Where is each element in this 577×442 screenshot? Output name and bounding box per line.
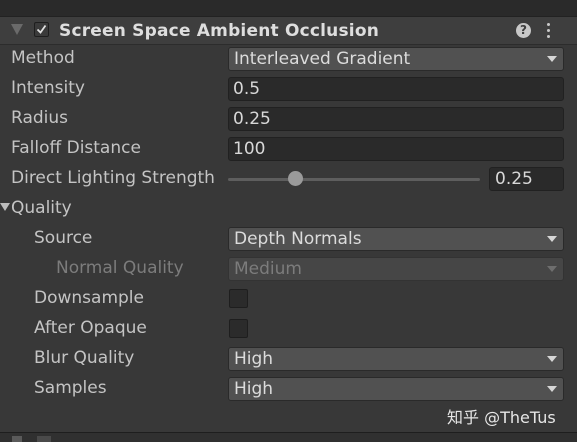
- foldout-triangle-icon[interactable]: [0, 203, 10, 211]
- help-icon[interactable]: ?: [516, 23, 531, 38]
- direct-lighting-value: 0.25: [495, 169, 533, 189]
- method-value: Interleaved Gradient: [234, 49, 411, 69]
- samples-label: Samples: [34, 378, 107, 398]
- radius-row: Radius 0.25: [0, 104, 577, 134]
- source-value: Depth Normals: [234, 229, 362, 249]
- falloff-value: 100: [233, 139, 266, 159]
- downsample-label: Downsample: [34, 288, 144, 308]
- quality-label: Quality: [11, 198, 72, 218]
- watermark-text: 知乎 @TheTus: [447, 408, 556, 427]
- blur-quality-label: Blur Quality: [34, 348, 135, 368]
- checkmark-icon: [36, 24, 47, 34]
- direct-lighting-slider-thumb[interactable]: [288, 171, 303, 186]
- falloff-label: Falloff Distance: [11, 138, 141, 158]
- samples-row: Samples High: [0, 374, 577, 404]
- falloff-field[interactable]: 100: [228, 137, 564, 161]
- intensity-row: Intensity 0.5: [0, 74, 577, 104]
- direct-lighting-row: Direct Lighting Strength 0.25: [0, 164, 577, 194]
- normal-quality-value: Medium: [234, 259, 302, 279]
- method-row: Method Interleaved Gradient: [0, 44, 577, 74]
- radius-value: 0.25: [233, 109, 271, 129]
- samples-dropdown[interactable]: High: [228, 377, 564, 401]
- falloff-row: Falloff Distance 100: [0, 134, 577, 164]
- enable-checkbox[interactable]: [37, 436, 51, 442]
- component-header[interactable]: Screen Space Ambient Occlusion ?: [0, 16, 577, 45]
- direct-lighting-slider-track[interactable]: [228, 178, 480, 181]
- after-opaque-row: After Opaque: [0, 314, 577, 344]
- source-row: Source Depth Normals: [0, 224, 577, 254]
- foldout-triangle-icon[interactable]: [12, 436, 22, 442]
- after-opaque-label: After Opaque: [34, 318, 147, 338]
- radius-field[interactable]: 0.25: [228, 107, 564, 131]
- intensity-value: 0.5: [233, 79, 261, 99]
- foldout-triangle-icon[interactable]: [11, 24, 23, 35]
- dropdown-arrow-icon: [547, 56, 557, 62]
- blur-quality-row: Blur Quality High: [0, 344, 577, 374]
- component-title: Screen Space Ambient Occlusion: [59, 21, 380, 41]
- normal-quality-row: Normal Quality Medium: [0, 254, 577, 284]
- method-label: Method: [11, 48, 75, 68]
- source-dropdown[interactable]: Depth Normals: [228, 227, 564, 251]
- kebab-menu-icon[interactable]: [546, 23, 552, 39]
- source-label: Source: [34, 228, 93, 248]
- intensity-label: Intensity: [11, 78, 85, 98]
- intensity-field[interactable]: 0.5: [228, 77, 564, 101]
- direct-lighting-field[interactable]: 0.25: [489, 167, 564, 191]
- method-dropdown[interactable]: Interleaved Gradient: [228, 47, 564, 71]
- dropdown-arrow-icon: [547, 266, 557, 272]
- downsample-checkbox[interactable]: [229, 289, 248, 308]
- dropdown-arrow-icon: [547, 236, 557, 242]
- samples-value: High: [234, 379, 274, 399]
- normal-quality-label: Normal Quality: [56, 258, 184, 278]
- downsample-row: Downsample: [0, 284, 577, 314]
- normal-quality-dropdown: Medium: [228, 257, 564, 281]
- dropdown-arrow-icon: [547, 386, 557, 392]
- after-opaque-checkbox[interactable]: [229, 319, 248, 338]
- quality-foldout[interactable]: Quality: [0, 194, 577, 224]
- top-strip: [0, 0, 577, 16]
- dropdown-arrow-icon: [547, 356, 557, 362]
- blur-quality-value: High: [234, 349, 274, 369]
- blur-quality-dropdown[interactable]: High: [228, 347, 564, 371]
- enable-checkbox[interactable]: [34, 22, 49, 37]
- radius-label: Radius: [11, 108, 69, 128]
- direct-lighting-label: Direct Lighting Strength: [11, 168, 215, 188]
